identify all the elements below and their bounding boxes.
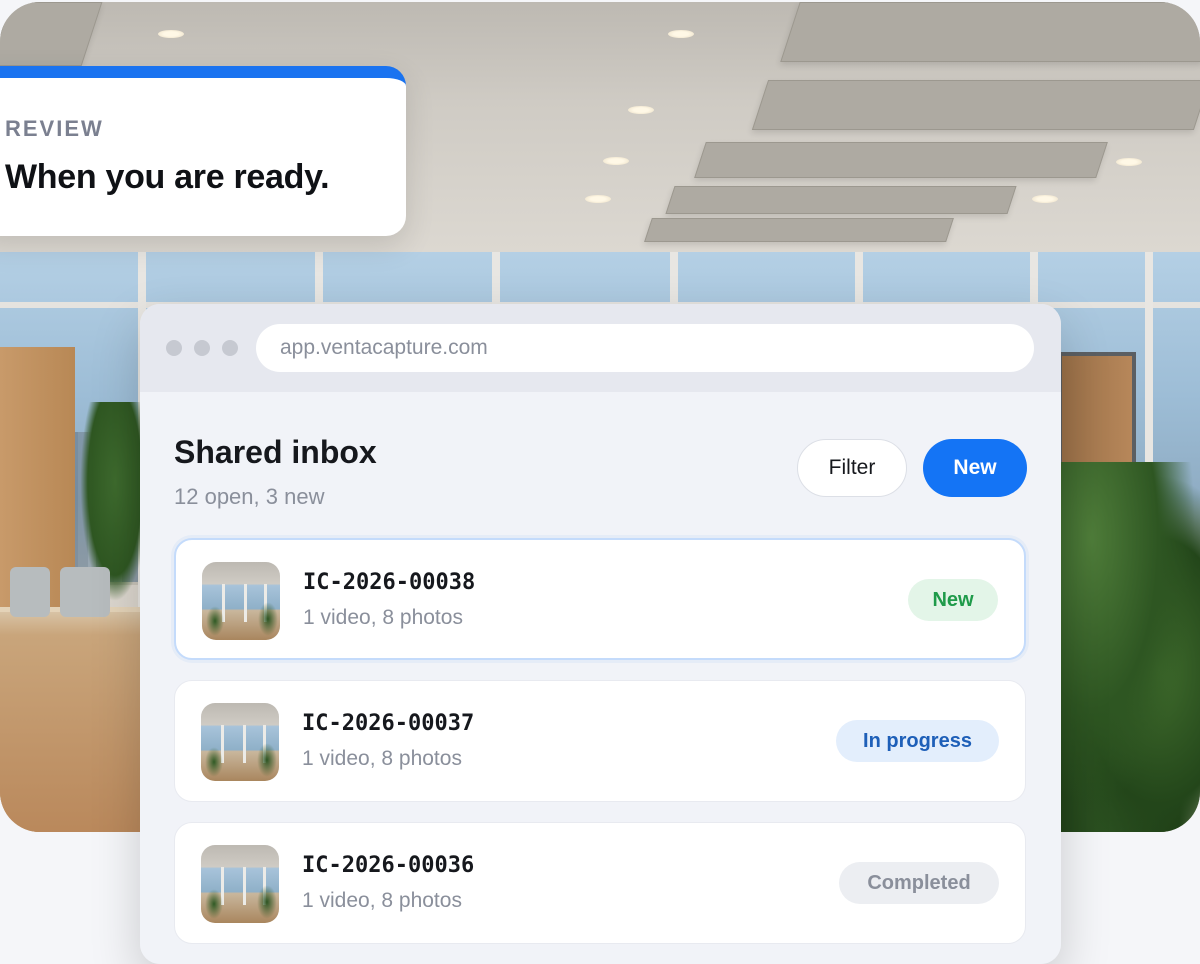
capture-meta: 1 video, 8 photos (302, 747, 462, 770)
inbox-panel: Shared inbox 12 open, 3 new Filter New I… (140, 392, 1061, 964)
status-badge: In progress (836, 720, 999, 762)
window-dot-icon (222, 340, 238, 356)
desk (0, 612, 140, 832)
page-title: Shared inbox (174, 434, 377, 470)
filter-button[interactable]: Filter (797, 439, 907, 497)
list-item[interactable]: IC-2026-00036 1 video, 8 photos Complete… (174, 822, 1026, 944)
browser-window: app.ventacapture.com Shared inbox 12 ope… (140, 304, 1061, 964)
window-dot-icon (194, 340, 210, 356)
window-dot-icon (166, 340, 182, 356)
status-badge: Completed (839, 862, 999, 904)
capture-thumbnail (201, 703, 279, 781)
capture-id: IC-2026-00037 (302, 711, 475, 736)
review-title: When you are ready. (5, 158, 330, 196)
capture-thumbnail (202, 562, 280, 640)
capture-thumbnail (201, 845, 279, 923)
inbox-summary: 12 open, 3 new (174, 484, 325, 509)
capture-id: IC-2026-00036 (302, 853, 475, 878)
address-bar[interactable]: app.ventacapture.com (256, 324, 1034, 372)
status-badge: New (908, 579, 998, 621)
review-card: REVIEW When you are ready. (0, 66, 406, 236)
plant-right (1040, 462, 1200, 832)
capture-meta: 1 video, 8 photos (302, 889, 462, 912)
new-button[interactable]: New (923, 439, 1027, 497)
list-item[interactable]: IC-2026-00037 1 video, 8 photos In progr… (174, 680, 1026, 802)
browser-chrome: app.ventacapture.com (140, 304, 1061, 392)
review-eyebrow: REVIEW (5, 116, 104, 141)
capture-meta: 1 video, 8 photos (303, 606, 463, 629)
list-item[interactable]: IC-2026-00038 1 video, 8 photos New (174, 538, 1026, 660)
capture-id: IC-2026-00038 (303, 570, 476, 595)
